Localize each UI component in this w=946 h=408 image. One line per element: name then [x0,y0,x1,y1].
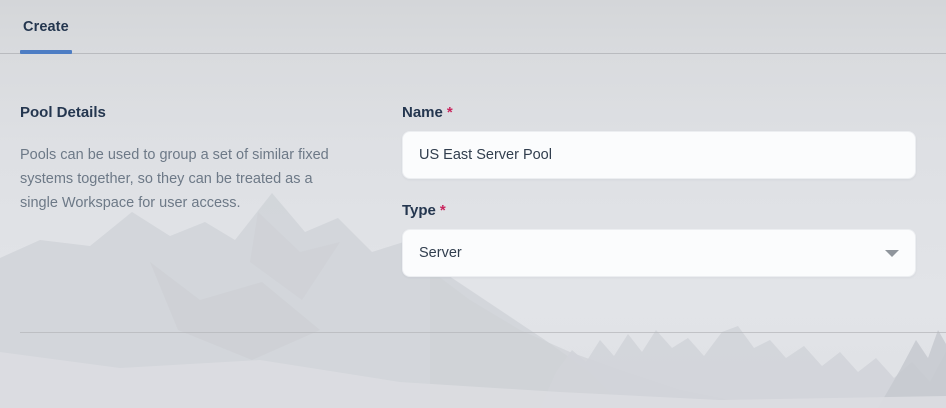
create-pool-form: Name* Type* Server [402,104,916,277]
type-select[interactable]: Server [402,229,916,277]
tab-create-label: Create [23,19,69,35]
caret-down-icon [885,250,899,257]
type-select-value: Server [419,245,462,261]
section-divider [20,332,946,333]
tab-bar: Create [0,0,946,54]
type-field-group: Type* Server [402,202,916,277]
section-description: Pools can be used to group a set of simi… [20,143,342,215]
name-field-group: Name* [402,104,916,179]
type-required-asterisk: * [440,202,446,219]
type-label-text: Type [402,202,436,219]
name-input[interactable] [402,131,916,179]
section-heading: Pool Details [20,104,350,121]
pool-details-info: Pool Details Pools can be used to group … [20,104,350,215]
type-field-label: Type* [402,202,916,220]
tab-create[interactable]: Create [20,0,72,53]
name-field-label: Name* [402,104,916,122]
name-required-asterisk: * [447,104,453,121]
name-label-text: Name [402,104,443,121]
